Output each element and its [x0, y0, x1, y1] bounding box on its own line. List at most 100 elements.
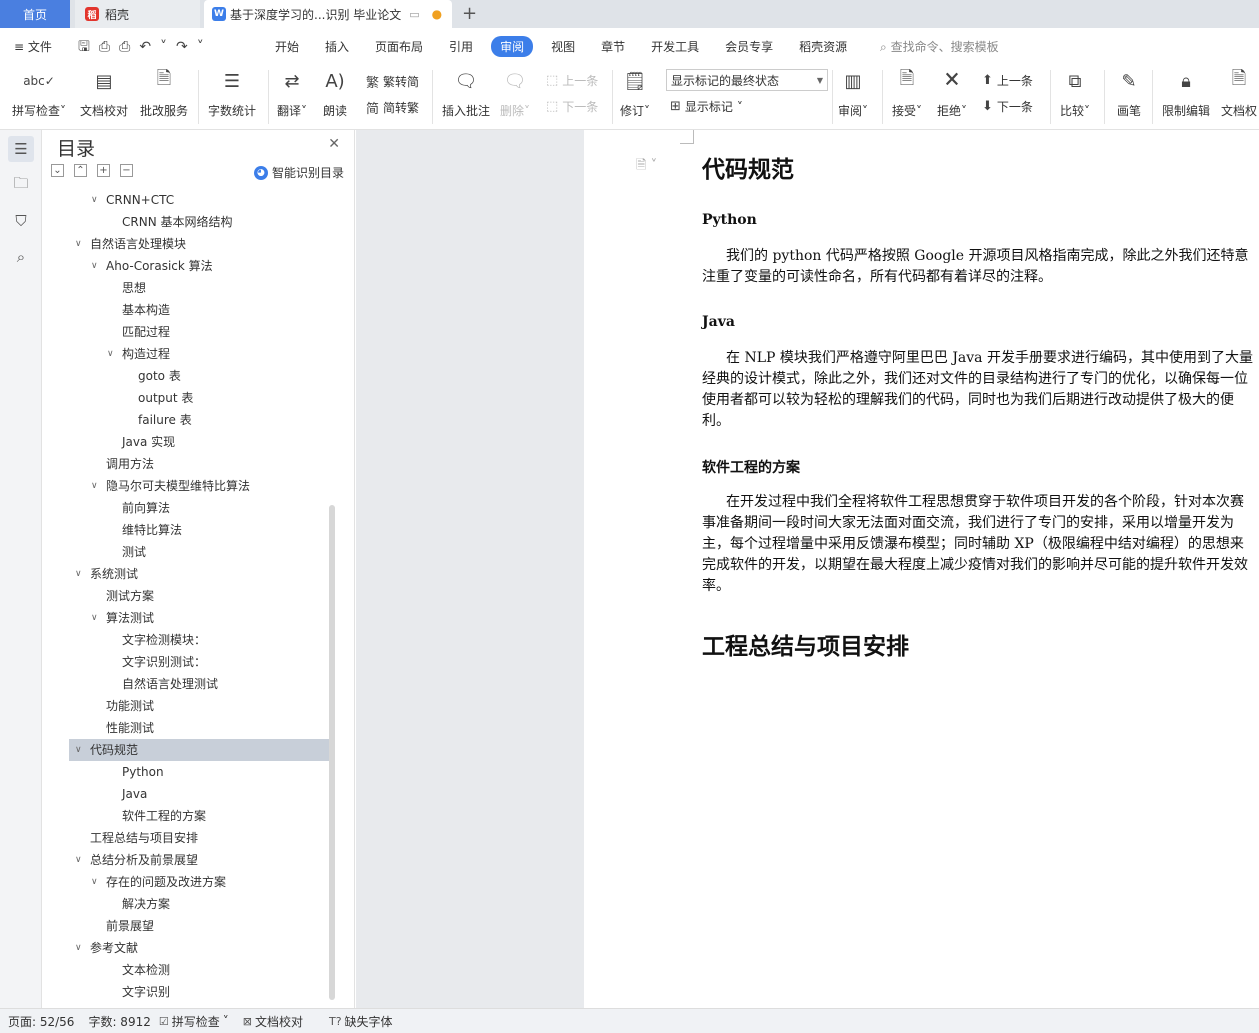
- insert-comment-button[interactable]: 🗨 插入批注: [442, 68, 490, 119]
- toc-item[interactable]: ∨ 存在的问题及改进方案: [69, 871, 329, 893]
- markup-state-select[interactable]: 显示标记的最终状态 ▼: [666, 69, 828, 91]
- chevron-down-icon[interactable]: ∨: [75, 233, 82, 255]
- toc-item[interactable]: output 表: [69, 387, 329, 409]
- delete-comment-button[interactable]: 🗨 删除˅: [500, 68, 530, 119]
- smart-toc-button[interactable]: ◕ 智能识别目录: [253, 164, 344, 181]
- new-tab-button[interactable]: +: [462, 3, 477, 24]
- chevron-down-icon[interactable]: ∨: [75, 739, 82, 761]
- next-comment-button[interactable]: ⬚ 下一条: [546, 98, 598, 115]
- quick-access-icons[interactable]: 🖫⎙⎙↶˅↷˅: [78, 36, 213, 60]
- restrict-editing-button[interactable]: 🔒︎ 限制编辑: [1162, 68, 1210, 119]
- toc-item[interactable]: Java: [69, 783, 329, 805]
- toc-item[interactable]: 文字识别测试：: [69, 651, 329, 673]
- tab-member[interactable]: 会员专享: [725, 38, 773, 55]
- tab-document[interactable]: W 基于深度学习的...识别 毕业论文 ▭ ●: [204, 0, 452, 28]
- command-search[interactable]: ⌕ 查找命令、搜索模板: [880, 38, 999, 55]
- toc-item[interactable]: 匹配过程: [69, 321, 329, 343]
- toc-item[interactable]: ∨ 隐马尔可夫模型维特比算法: [69, 475, 329, 497]
- chapter-nav-icon[interactable]: 🗀: [8, 172, 34, 198]
- chevron-down-icon[interactable]: ∨: [91, 189, 98, 211]
- file-menu[interactable]: ≡ 文件: [14, 38, 52, 55]
- toc-item[interactable]: Python: [69, 761, 329, 783]
- toc-item[interactable]: ∨ 代码规范: [69, 739, 329, 761]
- toc-item[interactable]: 性能测试: [69, 717, 329, 739]
- expand-all-icon[interactable]: ⌃: [74, 164, 87, 177]
- toc-item[interactable]: 自然语言处理测试: [69, 673, 329, 695]
- toc-item[interactable]: ∨ 自然语言处理模块: [69, 233, 329, 255]
- toc-item[interactable]: 维特比算法: [69, 519, 329, 541]
- review-service-button[interactable]: 🗎 批改服务: [140, 68, 188, 119]
- toc-item[interactable]: 基本构造: [69, 299, 329, 321]
- tab-insert[interactable]: 插入: [325, 38, 349, 55]
- toc-item[interactable]: ∨ 系统测试: [69, 563, 329, 585]
- toc-scrollbar[interactable]: [329, 505, 335, 1000]
- bookmark-icon[interactable]: ⛉: [8, 208, 34, 234]
- track-changes-button[interactable]: 🗒 修订˅: [620, 68, 650, 119]
- tab-view[interactable]: 视图: [551, 38, 575, 55]
- toc-item[interactable]: CRNN 基本网络结构: [69, 211, 329, 233]
- toc-item[interactable]: failure 表: [69, 409, 329, 431]
- tab-home[interactable]: 首页: [0, 0, 70, 28]
- chevron-down-icon[interactable]: ∨: [91, 475, 98, 497]
- prev-change-button[interactable]: ⬆ 上一条: [982, 72, 1033, 89]
- toc-item[interactable]: ∨ 构造过程: [69, 343, 329, 365]
- tab-daoke[interactable]: 稻 稻壳: [75, 0, 200, 28]
- toc-item[interactable]: 调用方法: [69, 453, 329, 475]
- search-icon[interactable]: ⌕: [8, 244, 34, 270]
- tab-review[interactable]: 审阅: [491, 35, 534, 57]
- trad-to-simp-button[interactable]: 繁繁转简: [366, 72, 419, 91]
- collapse-all-icon[interactable]: ⌄: [51, 164, 64, 177]
- status-doccheck[interactable]: ⊠ 文档校对: [243, 1013, 303, 1030]
- reject-button[interactable]: 🗙 拒绝˅: [937, 68, 967, 119]
- next-change-button[interactable]: ⬇ 下一条: [982, 98, 1033, 115]
- toc-item[interactable]: 文字识别: [69, 981, 329, 1003]
- toc-item[interactable]: goto 表: [69, 365, 329, 387]
- toc-item[interactable]: 解决方案: [69, 893, 329, 915]
- pen-button[interactable]: ✎ 画笔: [1116, 68, 1142, 119]
- page-indicator[interactable]: 页面: 52/56: [8, 1013, 74, 1030]
- close-icon[interactable]: ✕: [328, 136, 340, 152]
- toc-item[interactable]: 工程总结与项目安排: [69, 827, 329, 849]
- chevron-down-icon[interactable]: ∨: [75, 849, 82, 871]
- chevron-down-icon[interactable]: ∨: [107, 343, 114, 365]
- accept-button[interactable]: 🗎 接受˅: [892, 68, 922, 119]
- tab-chapter[interactable]: 章节: [601, 38, 625, 55]
- chevron-down-icon[interactable]: ∨: [91, 255, 98, 277]
- chevron-down-icon[interactable]: ∨: [75, 937, 82, 959]
- toc-item[interactable]: 功能测试: [69, 695, 329, 717]
- outline-icon[interactable]: ☰: [8, 136, 34, 162]
- toc-item[interactable]: 文字检测模块：: [69, 629, 329, 651]
- simp-to-trad-button[interactable]: 简简转繁: [366, 98, 419, 117]
- translate-button[interactable]: ⇄ 翻译˅: [277, 68, 307, 119]
- toc-item[interactable]: 前向算法: [69, 497, 329, 519]
- doccheck-button[interactable]: ▤ 文档校对: [80, 68, 128, 119]
- wordcount-button[interactable]: ☰ 字数统计: [208, 68, 256, 119]
- toc-item[interactable]: Java 实现: [69, 431, 329, 453]
- read-aloud-button[interactable]: A) 朗读: [322, 68, 348, 119]
- tab-start[interactable]: 开始: [275, 38, 299, 55]
- toc-item[interactable]: ∨ 参考文献: [69, 937, 329, 959]
- spellcheck-button[interactable]: abc✓ 拼写检查˅: [12, 68, 66, 119]
- toc-item[interactable]: ∨ 算法测试: [69, 607, 329, 629]
- word-count[interactable]: 字数: 8912: [88, 1013, 150, 1030]
- review-pane-button[interactable]: ▥ 审阅˅: [838, 68, 868, 119]
- page-options-icon[interactable]: 🗎 ˅: [636, 156, 657, 178]
- toc-item[interactable]: ∨ 总结分析及前景展望: [69, 849, 329, 871]
- toc-item[interactable]: 软件工程的方案: [69, 805, 329, 827]
- compare-button[interactable]: ⧉ 比较˅: [1060, 68, 1090, 119]
- toc-item[interactable]: 测试: [69, 541, 329, 563]
- toc-item[interactable]: 文本检测: [69, 959, 329, 981]
- tab-daoke-resources[interactable]: 稻壳资源: [799, 38, 847, 55]
- chevron-down-icon[interactable]: ∨: [91, 607, 98, 629]
- document-permission-button[interactable]: 🗎 文档权: [1221, 68, 1257, 119]
- minus-icon[interactable]: −: [120, 164, 133, 177]
- prev-comment-button[interactable]: ⬚ 上一条: [546, 72, 598, 89]
- tab-page-layout[interactable]: 页面布局: [375, 38, 423, 55]
- status-spellcheck[interactable]: ☑ 拼写检查 ˅: [159, 1013, 229, 1030]
- toc-item[interactable]: ∨ CRNN+CTC: [69, 189, 329, 211]
- show-markup-button[interactable]: ⊞ 显示标记 ˅: [670, 98, 743, 115]
- plus-icon[interactable]: +: [97, 164, 110, 177]
- tab-references[interactable]: 引用: [449, 38, 473, 55]
- status-missing-font[interactable]: T? 缺失字体: [329, 1013, 393, 1030]
- toc-item[interactable]: ∨ Aho-Corasick 算法: [69, 255, 329, 277]
